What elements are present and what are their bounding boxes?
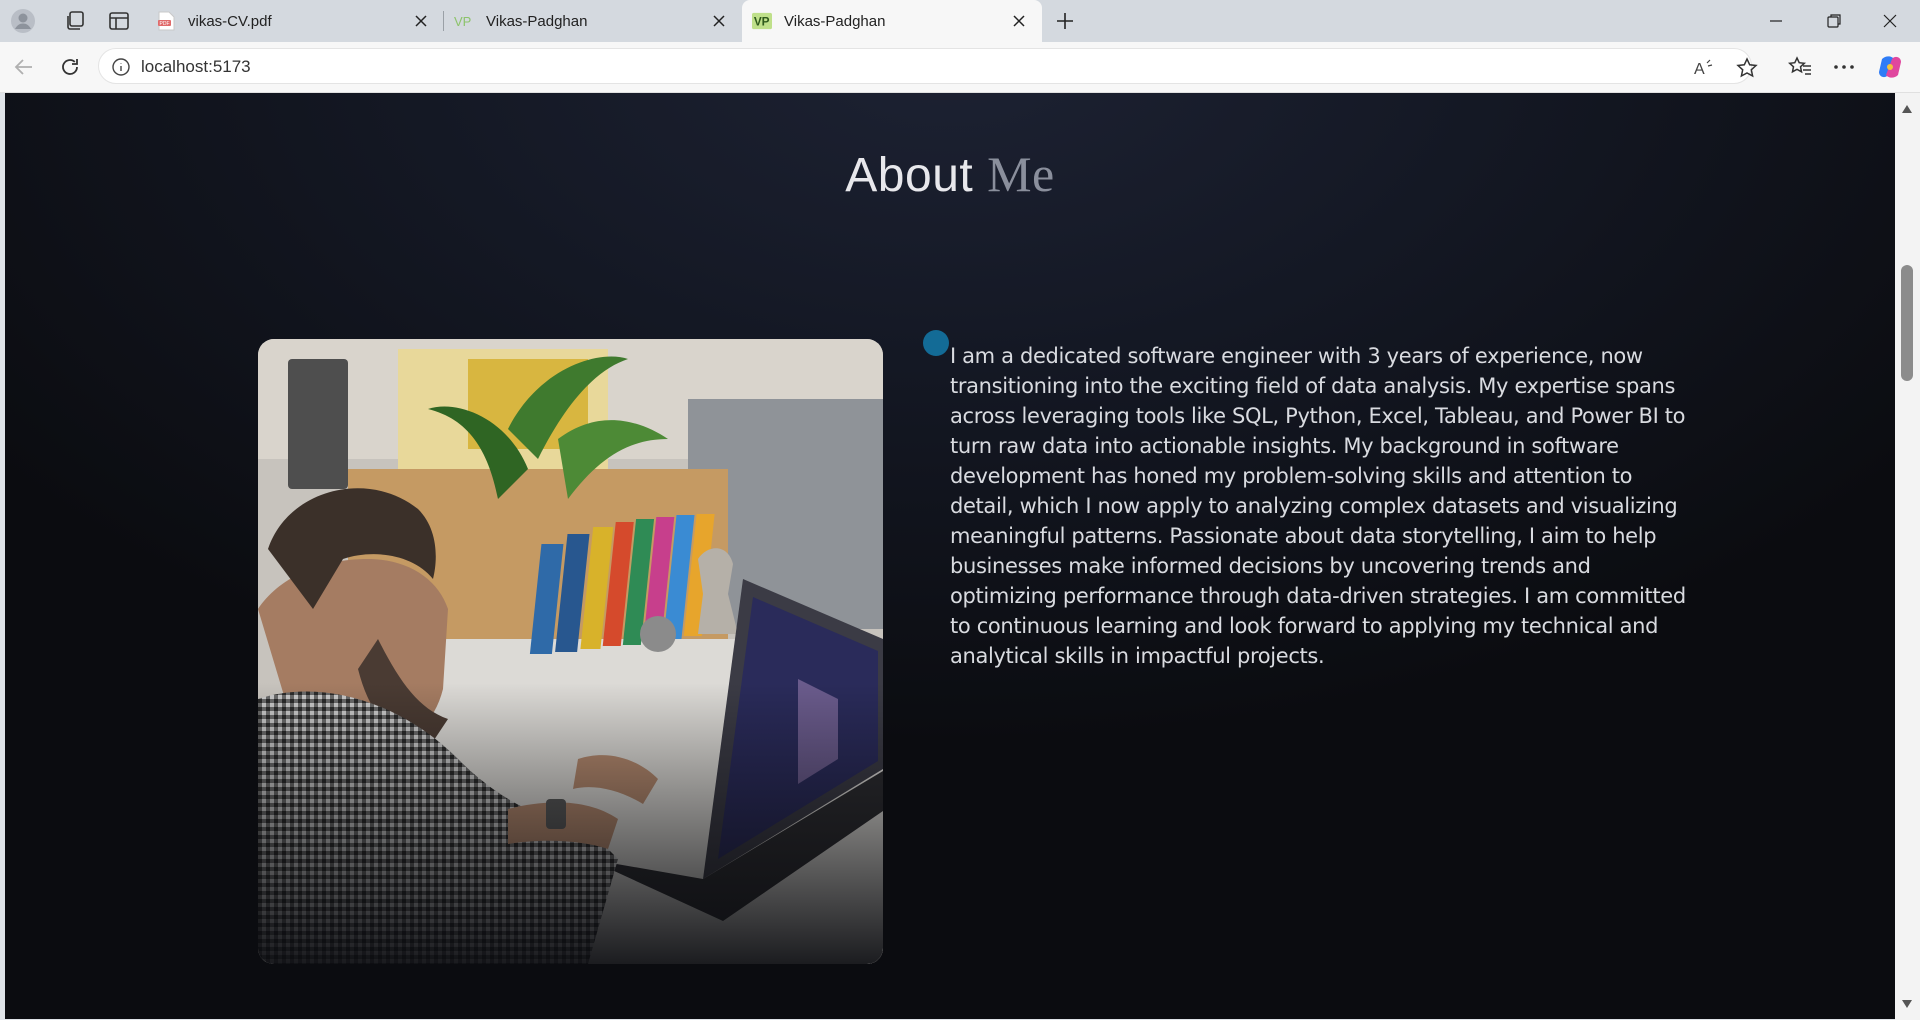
read-aloud-icon[interactable]: A: [1693, 56, 1717, 80]
svg-text:VP: VP: [454, 14, 471, 29]
svg-text:PDF: PDF: [160, 21, 170, 27]
accent-dot: [923, 330, 949, 356]
new-tab-button[interactable]: [1052, 8, 1078, 34]
tab-vikas-padghan-1[interactable]: VP Vikas-Padghan: [444, 0, 742, 42]
close-tab-icon[interactable]: [710, 12, 728, 30]
tab-strip: PDF vikas-CV.pdf VP Vikas-Padghan VP Vik…: [0, 0, 1920, 42]
favorites-icon[interactable]: [1784, 51, 1816, 83]
about-heading-main: About: [845, 149, 974, 202]
scroll-up-arrow-icon[interactable]: [1901, 101, 1913, 119]
page-scrollbar[interactable]: [1895, 93, 1920, 1020]
profile-icon[interactable]: [10, 8, 36, 34]
url-text[interactable]: localhost:5173: [141, 57, 251, 77]
page-viewport: About Me I am a dedicated software engin…: [5, 93, 1895, 1019]
tab-label: vikas-CV.pdf: [188, 12, 272, 30]
about-bio-text: I am a dedicated software engineer with …: [950, 344, 1686, 668]
refresh-button[interactable]: [54, 51, 86, 83]
vp-logo-icon: VP: [752, 11, 772, 31]
about-heading: About Me: [5, 145, 1895, 203]
tab-cv-pdf[interactable]: PDF vikas-CV.pdf: [146, 0, 444, 42]
svg-text:VP: VP: [754, 15, 770, 29]
close-window-button[interactable]: [1862, 0, 1918, 42]
tab-vikas-padghan-active[interactable]: VP Vikas-Padghan: [742, 0, 1042, 42]
profile-photo: [258, 339, 883, 964]
site-info-icon[interactable]: [111, 57, 131, 77]
back-button[interactable]: [8, 51, 40, 83]
close-tab-icon[interactable]: [412, 12, 430, 30]
scroll-down-arrow-icon[interactable]: [1901, 996, 1913, 1014]
minimize-button[interactable]: [1748, 0, 1804, 42]
svg-text:A: A: [1694, 61, 1705, 77]
pdf-icon: PDF: [156, 11, 176, 31]
tab-label: Vikas-Padghan: [486, 12, 588, 30]
tab-label: Vikas-Padghan: [784, 12, 886, 30]
browser-toolbar: localhost:5173 A: [0, 42, 1920, 93]
address-bar[interactable]: localhost:5173 A: [98, 48, 1758, 84]
close-tab-icon[interactable]: [1010, 12, 1028, 30]
copilot-icon[interactable]: [1874, 51, 1906, 83]
more-options-icon[interactable]: [1828, 51, 1860, 83]
about-heading-accent: Me: [987, 146, 1055, 202]
scrollbar-thumb[interactable]: [1901, 265, 1913, 381]
restore-button[interactable]: [1806, 0, 1862, 42]
favorite-star-icon[interactable]: [1735, 56, 1759, 80]
man-at-laptop-image: [258, 339, 883, 964]
tab-actions-icon[interactable]: [106, 8, 132, 34]
vp-logo-icon: VP: [454, 11, 474, 31]
workspaces-icon[interactable]: [62, 8, 88, 34]
